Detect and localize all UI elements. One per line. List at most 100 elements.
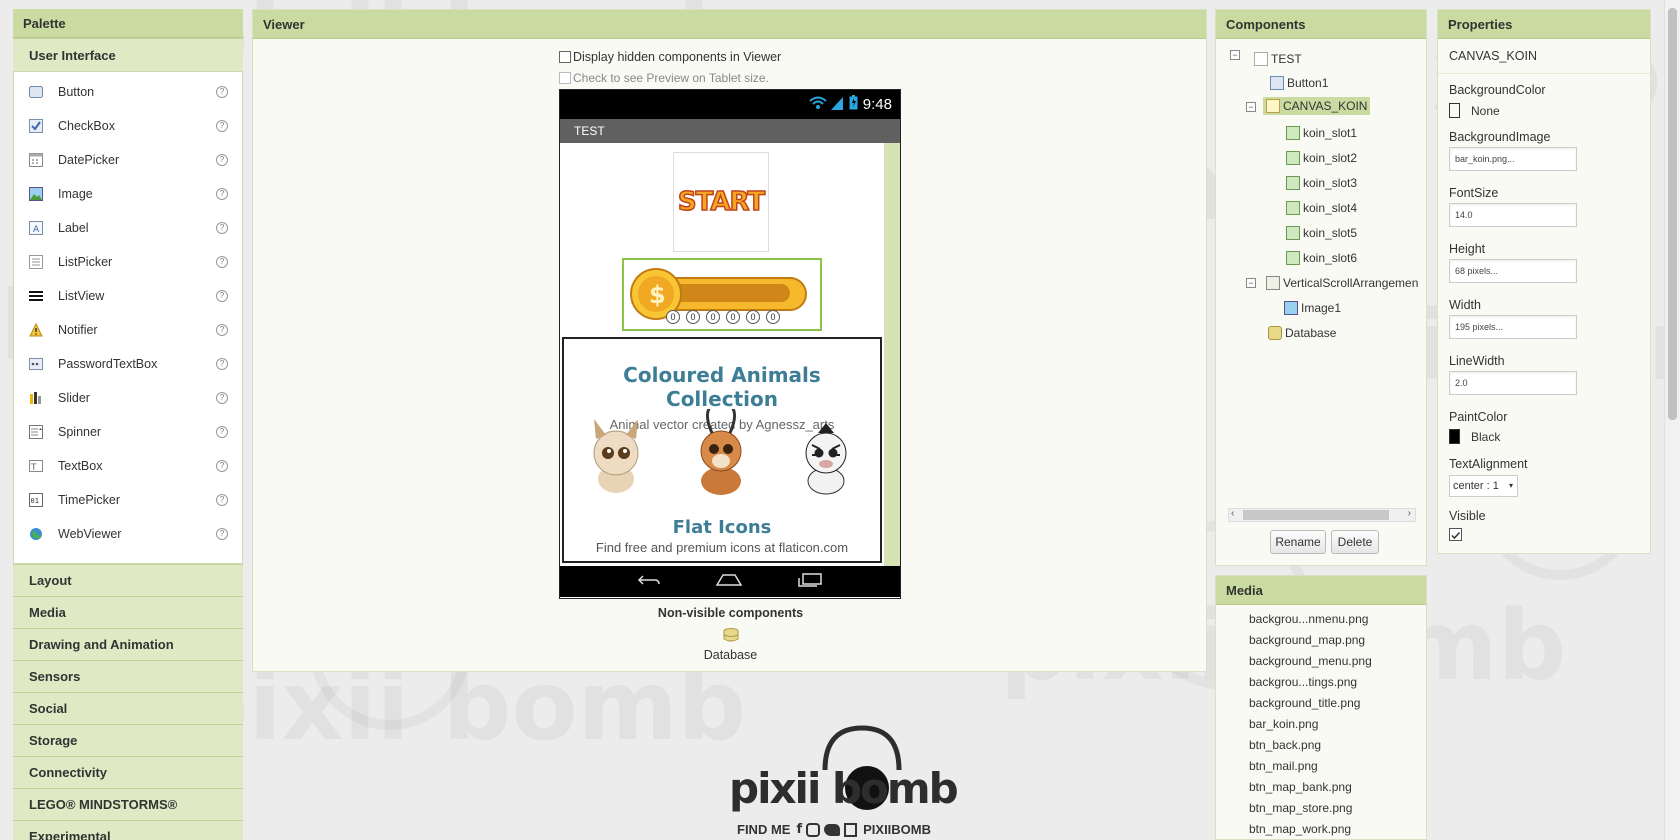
- palette-item-passwordtextbox[interactable]: PasswordTextBox ?: [14, 347, 242, 381]
- palette-category-layout[interactable]: Layout: [13, 564, 243, 596]
- media-item[interactable]: btn_map_store.png: [1216, 798, 1426, 819]
- start-button[interactable]: START: [673, 152, 769, 252]
- help-icon[interactable]: ?: [216, 188, 228, 200]
- help-icon[interactable]: ?: [216, 290, 228, 302]
- media-item[interactable]: background_menu.png: [1216, 651, 1426, 672]
- textalignment-select[interactable]: center : 1 ▾: [1449, 475, 1518, 497]
- page-scroll-thumb[interactable]: [1668, 8, 1677, 420]
- instagram-icon[interactable]: [806, 822, 821, 837]
- palette-item-checkbox[interactable]: CheckBox ?: [14, 109, 242, 143]
- palette-category-storage[interactable]: Storage: [13, 724, 243, 756]
- media-item[interactable]: backgrou...nmenu.png: [1216, 609, 1426, 630]
- help-icon[interactable]: ?: [216, 426, 228, 438]
- palette-item-listview[interactable]: ListView ?: [14, 279, 242, 313]
- media-item[interactable]: background_title.png: [1216, 693, 1426, 714]
- palette-category-sensors[interactable]: Sensors: [13, 660, 243, 692]
- phone-scrollbar[interactable]: [884, 143, 900, 566]
- palette-item-label[interactable]: A Label ?: [14, 211, 242, 245]
- tree-item-koin-slot6[interactable]: koin_slot6: [1286, 251, 1357, 265]
- media-item[interactable]: background_map.png: [1216, 630, 1426, 651]
- nonvisible-database-label[interactable]: Database: [253, 648, 1208, 662]
- height-field[interactable]: 68 pixels...: [1449, 259, 1577, 283]
- palette-item-listpicker[interactable]: ListPicker ?: [14, 245, 242, 279]
- tablet-preview-toggle[interactable]: Check to see Preview on Tablet size.: [559, 71, 769, 85]
- help-icon[interactable]: ?: [216, 154, 228, 166]
- backgroundcolor-value[interactable]: None: [1471, 104, 1500, 118]
- paintcolor-value[interactable]: Black: [1471, 430, 1500, 444]
- vertical-scroll-arrangement[interactable]: Coloured Animals Collection Animal vecto…: [562, 337, 882, 563]
- media-item[interactable]: btn_map_work.png: [1216, 819, 1426, 840]
- collapse-icon[interactable]: −: [1246, 278, 1256, 288]
- help-icon[interactable]: ?: [216, 358, 228, 370]
- tree-item-koin-slot5[interactable]: koin_slot5: [1286, 226, 1357, 240]
- help-icon[interactable]: ?: [216, 86, 228, 98]
- palette-item-timepicker[interactable]: 01 TimePicker ?: [14, 483, 242, 517]
- palette-category-social[interactable]: Social: [13, 692, 243, 724]
- palette-item-webviewer[interactable]: WebViewer ?: [14, 517, 242, 551]
- palette-category-drawing-and-animation[interactable]: Drawing and Animation: [13, 628, 243, 660]
- visible-checkbox[interactable]: [1449, 528, 1462, 541]
- twitch-icon[interactable]: [844, 822, 858, 837]
- palette-item-spinner[interactable]: Spinner ?: [14, 415, 242, 449]
- palette-category-lego-mindstorms[interactable]: LEGO® MINDSTORMS®: [13, 788, 243, 820]
- palette-category-user-interface[interactable]: User Interface: [13, 38, 243, 71]
- paintcolor-swatch[interactable]: [1449, 429, 1460, 444]
- scroll-thumb[interactable]: [1243, 510, 1389, 520]
- display-hidden-checkbox[interactable]: [559, 51, 571, 63]
- tree-item-database[interactable]: Database: [1268, 326, 1336, 340]
- fontsize-field[interactable]: 14.0: [1449, 203, 1577, 227]
- palette-item-slider[interactable]: Slider ?: [14, 381, 242, 415]
- media-item[interactable]: bar_koin.png: [1216, 714, 1426, 735]
- tree-item-koin-slot1[interactable]: koin_slot1: [1286, 126, 1357, 140]
- palette-item-textbox[interactable]: T TextBox ?: [14, 449, 242, 483]
- page-scrollbar[interactable]: [1664, 0, 1680, 840]
- canvas-koin[interactable]: $ 0 0 0 0 0 0: [622, 258, 822, 331]
- media-item[interactable]: btn_back.png: [1216, 735, 1426, 756]
- help-icon[interactable]: ?: [216, 256, 228, 268]
- back-icon[interactable]: [637, 573, 661, 590]
- help-icon[interactable]: ?: [216, 324, 228, 336]
- tree-item-verticalscrollarrangement[interactable]: VerticalScrollArrangemen: [1266, 276, 1418, 290]
- scroll-right-icon[interactable]: ›: [1408, 508, 1411, 519]
- tree-item-button1[interactable]: Button1: [1270, 76, 1328, 90]
- media-item[interactable]: btn_map_bank.png: [1216, 777, 1426, 798]
- tree-item-test[interactable]: TEST: [1254, 52, 1302, 66]
- delete-button[interactable]: Delete: [1331, 530, 1379, 554]
- media-item[interactable]: backgrou...tings.png: [1216, 672, 1426, 693]
- backgroundimage-field[interactable]: bar_koin.png...: [1449, 147, 1577, 171]
- help-icon[interactable]: ?: [216, 494, 228, 506]
- tree-item-koin-slot4[interactable]: koin_slot4: [1286, 201, 1357, 215]
- help-icon[interactable]: ?: [216, 460, 228, 472]
- backgroundcolor-swatch[interactable]: [1449, 103, 1460, 118]
- components-hscrollbar[interactable]: ‹ ›: [1228, 508, 1416, 522]
- palette-item-button[interactable]: Button ?: [14, 75, 242, 109]
- rename-button[interactable]: Rename: [1270, 530, 1326, 554]
- collapse-icon[interactable]: −: [1246, 102, 1256, 112]
- home-icon[interactable]: [715, 573, 743, 590]
- palette-item-notifier[interactable]: Notifier ?: [14, 313, 242, 347]
- help-icon[interactable]: ?: [216, 528, 228, 540]
- twitter-icon[interactable]: [824, 823, 841, 836]
- media-item[interactable]: btn_mail.png: [1216, 756, 1426, 777]
- tree-item-koin-slot3[interactable]: koin_slot3: [1286, 176, 1357, 190]
- palette-category-experimental[interactable]: Experimental: [13, 820, 243, 840]
- help-icon[interactable]: ?: [216, 120, 228, 132]
- width-field[interactable]: 195 pixels...: [1449, 315, 1577, 339]
- palette-item-image[interactable]: Image ?: [14, 177, 242, 211]
- scroll-left-icon[interactable]: ‹: [1231, 508, 1234, 519]
- display-hidden-toggle[interactable]: Display hidden components in Viewer: [559, 50, 781, 64]
- tablet-preview-checkbox[interactable]: [559, 72, 571, 84]
- palette-category-connectivity[interactable]: Connectivity: [13, 756, 243, 788]
- help-icon[interactable]: ?: [216, 392, 228, 404]
- palette-category-media[interactable]: Media: [13, 596, 243, 628]
- palette-item-datepicker[interactable]: DatePicker ?: [14, 143, 242, 177]
- collapse-icon[interactable]: −: [1230, 50, 1240, 60]
- facebook-icon[interactable]: f: [796, 822, 802, 837]
- tree-item-canvas-koin[interactable]: CANVAS_KOIN: [1263, 97, 1371, 115]
- database-icon[interactable]: [723, 628, 739, 642]
- recents-icon[interactable]: [797, 573, 823, 590]
- help-icon[interactable]: ?: [216, 222, 228, 234]
- linewidth-field[interactable]: 2.0: [1449, 371, 1577, 395]
- tree-item-koin-slot2[interactable]: koin_slot2: [1286, 151, 1357, 165]
- tree-item-image1[interactable]: Image1: [1284, 301, 1341, 315]
